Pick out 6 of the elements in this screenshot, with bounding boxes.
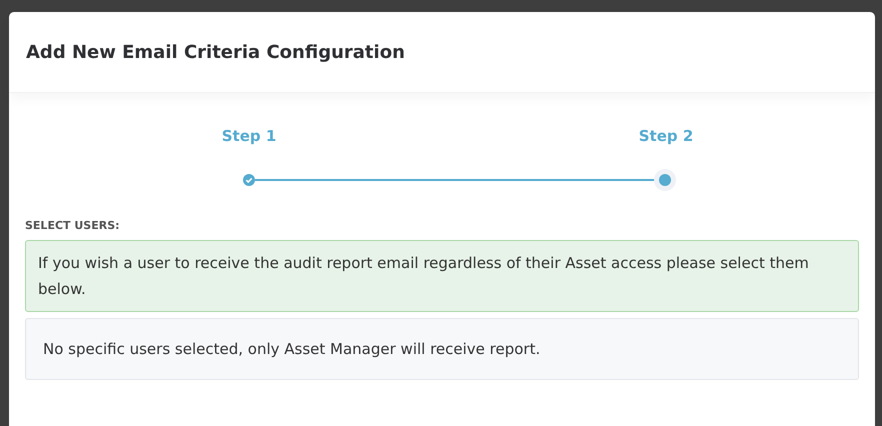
step-label[interactable]: Step 1 [189,127,309,145]
section-label: SELECT USERS: [25,219,121,234]
empty-message: No specific users selected, only Asset Manager will receive report. [25,318,859,380]
modal-title: Add New Email Criteria Configuration [26,42,405,62]
info-alert: If you wish a user to receive the audit report email regardless of their Asset access please select them below. [25,240,859,312]
step-label[interactable]: Step 2 [606,127,726,145]
